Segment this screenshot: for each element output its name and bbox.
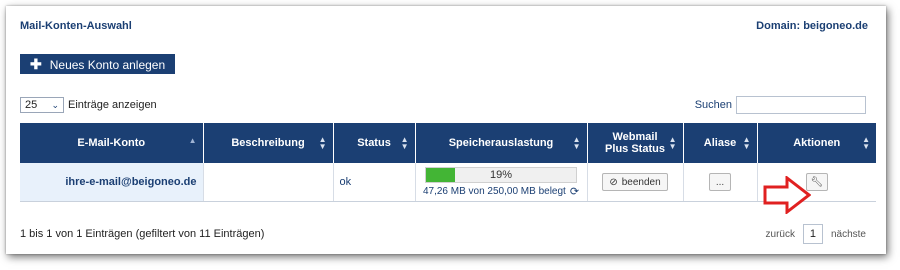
- col-header-description[interactable]: Beschreibung ▲ ▼: [203, 123, 334, 163]
- storage-progress-bar: 19%: [425, 166, 577, 183]
- storage-usage-text: 47,26 MB von 250,00 MB belegt: [422, 185, 566, 197]
- table-header-row: E-Mail-Konto ▲ Beschreibung ▲ ▼ Status ▲ ▼ Sp…: [20, 123, 876, 163]
- search-input[interactable]: [736, 96, 866, 114]
- col-header-email[interactable]: E-Mail-Konto ▲: [20, 123, 204, 163]
- col-header-webmail[interactable]: Webmail Plus Status ▲ ▼: [587, 123, 684, 163]
- col-header-storage[interactable]: Speicherauslastung ▲ ▼: [415, 123, 588, 163]
- webmail-cell: ⊘ beenden: [587, 163, 684, 202]
- entries-per-page-label: Einträge anzeigen: [68, 99, 157, 111]
- pagination: zurück 1 nächste: [766, 224, 866, 244]
- col-header-status[interactable]: Status ▲ ▼: [333, 123, 416, 163]
- aliases-button[interactable]: ...: [709, 173, 731, 191]
- aliases-cell: ...: [683, 163, 758, 202]
- storage-cell: 19% 47,26 MB von 250,00 MB belegt ⟳: [415, 163, 588, 202]
- wrench-icon: 🔧︎: [810, 176, 824, 188]
- sort-icon: ▲ ▼: [318, 135, 327, 151]
- table-row: ihre-e-mail@beigoneo.de ok 19% 47,26 MB …: [20, 163, 876, 202]
- stop-icon: ⊘: [609, 176, 618, 188]
- sort-icon: ▲ ▼: [742, 135, 751, 151]
- sort-icon: ▲ ▼: [572, 135, 581, 151]
- sort-asc-icon: ▲: [188, 136, 197, 145]
- email-cell: ihre-e-mail@beigoneo.de: [20, 163, 204, 202]
- col-header-aliases[interactable]: Aliase ▲ ▼: [683, 123, 758, 163]
- search-label: Suchen: [694, 99, 732, 111]
- sort-icon: ▲ ▼: [862, 135, 870, 151]
- more-icon: ...: [715, 176, 725, 188]
- pagination-next[interactable]: nächste: [831, 229, 866, 240]
- new-account-label: Neues Konto anlegen: [49, 58, 166, 72]
- sort-icon: ▲ ▼: [400, 135, 409, 151]
- entries-per-page-value: 25: [25, 99, 38, 111]
- domain-label: Domain: beigoneo.de: [756, 20, 868, 32]
- length-menu: 25 ⌄ Einträge anzeigen: [20, 97, 157, 113]
- panel-title: Mail-Konten-Auswahl: [20, 20, 132, 32]
- search-box: Suchen: [695, 96, 866, 114]
- storage-percent: 19%: [489, 168, 513, 181]
- plus-icon: ✚: [30, 56, 42, 72]
- pagination-prev[interactable]: zurück: [766, 229, 795, 240]
- chevron-down-icon: ⌄: [51, 99, 59, 110]
- status-cell: ok: [333, 163, 416, 202]
- pointer-arrow-icon: [763, 176, 811, 214]
- accounts-table: E-Mail-Konto ▲ Beschreibung ▲ ▼ Status ▲ ▼ Sp…: [20, 123, 876, 202]
- panel: Mail-Konten-Auswahl Domain: beigoneo.de …: [6, 6, 886, 254]
- new-account-button[interactable]: ✚ Neues Konto anlegen: [20, 54, 176, 74]
- col-header-actions[interactable]: Aktionen ▲ ▼: [757, 123, 876, 163]
- storage-usage: 47,26 MB von 250,00 MB belegt ⟳: [422, 185, 581, 198]
- description-cell: [203, 163, 334, 202]
- pagination-page[interactable]: 1: [802, 224, 823, 244]
- refresh-icon[interactable]: ⟳: [570, 185, 579, 198]
- sort-icon: ▲ ▼: [668, 135, 677, 151]
- webmail-end-button[interactable]: ⊘ beenden: [602, 173, 668, 191]
- table-info: 1 bis 1 von 1 Einträgen (gefiltert von 1…: [20, 228, 265, 240]
- entries-per-page-select[interactable]: 25 ⌄: [20, 97, 64, 113]
